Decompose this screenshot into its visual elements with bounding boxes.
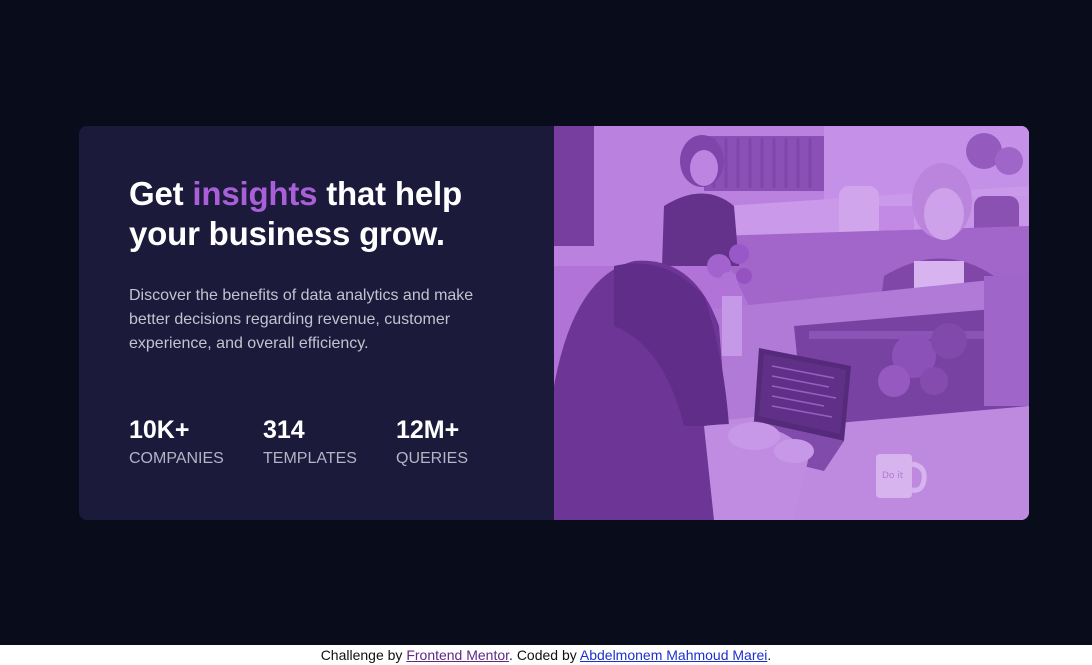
headline-accent: insights (192, 175, 318, 212)
frontend-mentor-link[interactable]: Frontend Mentor (406, 647, 509, 663)
stat-label: TEMPLATES (263, 450, 357, 467)
photo-illustration: Do it (554, 126, 1029, 520)
headline-part-1: Get (129, 175, 193, 212)
stats-row: 10K+ COMPANIES 314 TEMPLATES 12M+ QUERIE… (129, 414, 529, 474)
footer-prefix: Challenge by (320, 647, 407, 663)
footer-middle: . Coded by (509, 647, 580, 663)
headline: Get insights that help your business gro… (129, 174, 509, 254)
stats-preview-card: Get insights that help your business gro… (79, 126, 1029, 520)
stat-label: QUERIES (396, 450, 469, 467)
author-link[interactable]: Abdelmonem Mahmoud Marei (580, 647, 768, 663)
footer-suffix: . (767, 647, 772, 663)
stat-value: 12M+ (396, 416, 460, 444)
stat-label: COMPANIES (129, 450, 224, 467)
stat-value: 314 (263, 416, 305, 444)
card-text-panel: Get insights that help your business gro… (79, 126, 554, 520)
description: Discover the benefits of data analytics … (129, 287, 474, 352)
stat-companies: 10K+ COMPANIES (129, 414, 224, 470)
stat-queries: 12M+ QUERIES (396, 414, 468, 470)
page-background: Get insights that help your business gro… (0, 0, 1092, 645)
stat-value: 10K+ (129, 416, 190, 444)
footer-attribution: Challenge by Frontend Mentor. Coded by A… (0, 645, 1092, 665)
office-team-photo: Do it (554, 126, 1029, 520)
stat-templates: 314 TEMPLATES (263, 414, 357, 470)
